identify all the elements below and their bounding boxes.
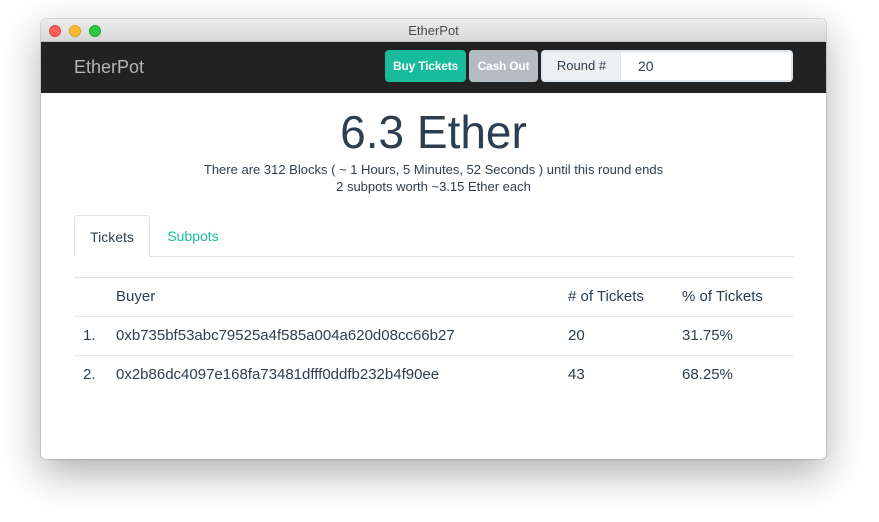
ticket-count: 43 — [568, 366, 585, 383]
header-buyer: Buyer — [116, 288, 156, 305]
tab-bar: Tickets Subpots — [74, 215, 794, 257]
navbar: EtherPot Buy Tickets Cash Out Round # 20 — [41, 42, 826, 93]
subpots-summary-text: 2 subpots worth ~3.15 Ether each — [336, 179, 531, 194]
round-label: Round # — [543, 52, 621, 80]
buyer-address: 0xb735bf53abc79525a4f585a004a620d08cc66b… — [116, 327, 455, 344]
title-bar[interactable]: EtherPot — [41, 19, 826, 42]
header-ticket-percent: % of Tickets — [682, 288, 763, 305]
ticket-percent: 68.25% — [682, 366, 733, 383]
blocks-remaining-text: There are 312 Blocks ( ~ 1 Hours, 5 Minu… — [203, 162, 664, 177]
tab-subpots[interactable]: Subpots — [155, 215, 231, 257]
row-number: 2. — [83, 366, 96, 383]
brand-link[interactable]: EtherPot — [74, 57, 144, 78]
round-number-input[interactable]: 20 — [621, 52, 791, 80]
window-title: EtherPot — [408, 23, 459, 38]
tab-tickets[interactable]: Tickets — [74, 215, 150, 257]
ticket-count: 20 — [568, 327, 585, 344]
round-input-group: Round # 20 — [541, 50, 793, 82]
header-ticket-count: # of Tickets — [568, 288, 644, 305]
row-number: 1. — [83, 327, 96, 344]
app-window: EtherPot EtherPot Buy Tickets Cash Out R… — [41, 19, 826, 459]
tickets-table: Buyer # of Tickets % of Tickets 1. 0xb73… — [74, 277, 794, 394]
buy-tickets-button[interactable]: Buy Tickets — [385, 50, 466, 82]
ticket-percent: 31.75% — [682, 327, 733, 344]
table-row: 2. 0x2b86dc4097e168fa73481dfff0ddfb232b4… — [74, 355, 794, 394]
cash-out-button[interactable]: Cash Out — [469, 50, 538, 82]
table-header-row: Buyer # of Tickets % of Tickets — [74, 277, 794, 316]
buyer-address: 0x2b86dc4097e168fa73481dfff0ddfb232b4f90… — [116, 366, 440, 383]
pot-amount: 6.3 Ether — [340, 106, 527, 158]
table-row: 1. 0xb735bf53abc79525a4f585a004a620d08cc… — [74, 316, 794, 355]
